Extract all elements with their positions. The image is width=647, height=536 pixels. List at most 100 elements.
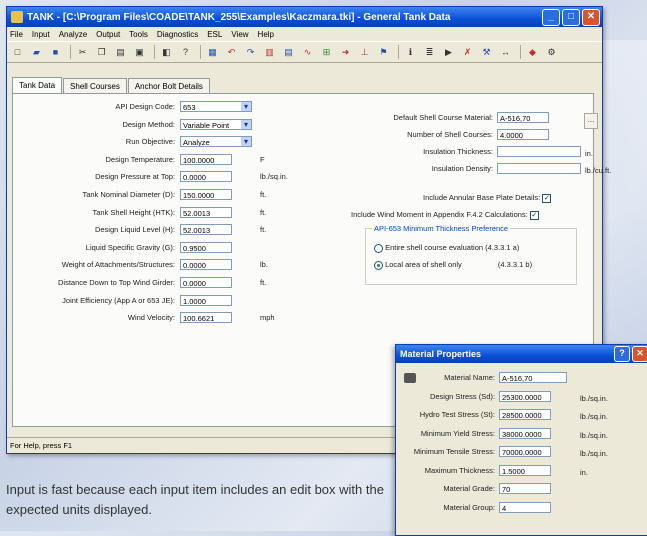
dialog-title-bar: Material Properties ? ✕ bbox=[396, 345, 647, 363]
dropdown-field[interactable]: Variable Point bbox=[180, 118, 252, 130]
menu-esl[interactable]: ESL bbox=[207, 30, 222, 39]
settings-icon[interactable]: ⚙ bbox=[545, 46, 558, 59]
input-field[interactable]: 70 bbox=[499, 483, 551, 494]
material-browse-button[interactable]: … bbox=[584, 113, 598, 129]
input-field[interactable]: 0.0000 bbox=[180, 277, 232, 288]
menu-input[interactable]: Input bbox=[32, 30, 50, 39]
input-field[interactable] bbox=[497, 163, 581, 174]
grid-icon[interactable]: ▦ bbox=[206, 46, 219, 59]
paste-icon[interactable]: ▤ bbox=[114, 46, 127, 59]
chart-icon[interactable]: ▥ bbox=[263, 46, 276, 59]
field-unit: lb./sq.in. bbox=[580, 430, 608, 440]
input-field[interactable]: 100.6621 bbox=[180, 312, 232, 324]
material-properties-dialog: Material Properties ? ✕ Material Name: A-… bbox=[395, 344, 647, 536]
toolbar-separator bbox=[154, 45, 155, 59]
input-field[interactable]: 0.0000 bbox=[180, 171, 232, 183]
annular-plate-checkbox[interactable]: ✓ bbox=[542, 193, 552, 203]
field-label: Minimum Yield Stress: bbox=[420, 428, 495, 438]
calc-icon[interactable]: ⊞ bbox=[320, 46, 333, 59]
nav-icon[interactable]: ↔ bbox=[499, 46, 512, 59]
input-field[interactable]: 0.0000 bbox=[180, 259, 232, 271]
caption-text: Input is fast because each input item in… bbox=[6, 482, 384, 517]
field-unit: ft. bbox=[260, 207, 267, 217]
table-icon[interactable]: ▤ bbox=[282, 46, 295, 59]
field-label: Material Group: bbox=[443, 502, 495, 512]
field-label: Hydro Test Stress (St): bbox=[419, 410, 495, 419]
option-entire-shell[interactable]: Entire shell course evaluation (4.3.3.1 … bbox=[374, 243, 519, 253]
redo-icon[interactable]: ↷ bbox=[244, 46, 257, 59]
menu-file[interactable]: File bbox=[10, 30, 23, 39]
field-unit: ft. bbox=[260, 190, 267, 199]
menu-diagnostics[interactable]: Diagnostics bbox=[157, 30, 198, 39]
input-field[interactable]: 52.0013 bbox=[180, 224, 232, 236]
new-file-icon[interactable]: □ bbox=[11, 46, 24, 59]
input-field[interactable]: 28500.0000 bbox=[499, 409, 551, 420]
tank-icon[interactable]: ⊥ bbox=[358, 46, 371, 59]
menu-help[interactable]: Help bbox=[258, 30, 274, 39]
run-icon[interactable]: ▶ bbox=[442, 46, 455, 59]
field-unit: lb. bbox=[260, 260, 268, 270]
undo-icon[interactable]: ↶ bbox=[225, 46, 238, 59]
dialog-help-button[interactable]: ? bbox=[614, 346, 630, 362]
wave-icon[interactable]: ∿ bbox=[301, 46, 314, 59]
close-button[interactable]: ✕ bbox=[582, 8, 600, 26]
radio-local-area[interactable] bbox=[374, 260, 383, 270]
field-unit: lb./sq.in. bbox=[580, 449, 608, 458]
window-title: TANK - [C:\Program Files\COADE\TANK_255\… bbox=[27, 11, 451, 23]
cut-icon[interactable]: ✂ bbox=[76, 46, 89, 59]
copy-icon[interactable]: ❐ bbox=[95, 46, 108, 59]
maximize-button[interactable]: □ bbox=[562, 8, 580, 26]
preview-icon[interactable]: ◧ bbox=[160, 46, 173, 59]
input-field[interactable] bbox=[497, 146, 581, 157]
wind-moment-checkbox[interactable]: ✓ bbox=[529, 210, 539, 220]
field-label: Default Shell Course Material: bbox=[393, 113, 493, 122]
menu-view[interactable]: View bbox=[231, 30, 248, 39]
input-field[interactable]: 52.0013 bbox=[180, 206, 232, 218]
input-field[interactable]: 1.5000 bbox=[499, 464, 551, 476]
field-label: Design Temperature: bbox=[105, 154, 175, 164]
info-icon[interactable]: ℹ bbox=[404, 46, 417, 59]
field-unit: F bbox=[260, 154, 265, 164]
print-icon[interactable]: ▣ bbox=[133, 46, 146, 59]
list-icon[interactable]: ≣ bbox=[423, 46, 436, 59]
wind-moment-row: Include Wind Moment in Appendix F.4.2 Ca… bbox=[351, 210, 539, 220]
arrow-icon[interactable]: ➜ bbox=[339, 46, 352, 59]
field-unit: in. bbox=[580, 467, 588, 477]
option-local-area-ref: (4.3.3.1 b) bbox=[497, 260, 533, 269]
input-field[interactable]: 70000.0000 bbox=[499, 446, 551, 457]
diamond-icon[interactable]: ◆ bbox=[526, 46, 539, 59]
dialog-close-button[interactable]: ✕ bbox=[632, 346, 647, 362]
field-label: Tank Nominal Diameter (D): bbox=[82, 190, 175, 199]
menu-output[interactable]: Output bbox=[96, 30, 120, 39]
menu-tools[interactable]: Tools bbox=[129, 30, 148, 39]
min-thickness-group: API-653 Minimum Thickness Preference Ent… bbox=[365, 224, 577, 285]
input-field[interactable]: 4 bbox=[499, 501, 551, 513]
input-field[interactable]: 4.0000 bbox=[497, 129, 549, 140]
input-field[interactable]: A-516,70 bbox=[499, 372, 567, 383]
field-label: API Design Code: bbox=[115, 102, 175, 111]
field-unit: lb./sq.in. bbox=[260, 172, 288, 182]
tools-icon[interactable]: ✗ bbox=[461, 46, 474, 59]
help-icon[interactable]: ? bbox=[179, 46, 192, 59]
save-icon[interactable]: ■ bbox=[49, 46, 62, 59]
input-field[interactable]: 150.0000 bbox=[180, 189, 232, 200]
field-unit: lb./sq.in. bbox=[580, 412, 608, 421]
input-field[interactable]: 0.9500 bbox=[180, 241, 232, 253]
input-field[interactable]: 1.0000 bbox=[180, 294, 232, 306]
wrench-icon[interactable]: ⚒ bbox=[480, 46, 493, 59]
minimize-button[interactable]: _ bbox=[542, 8, 560, 26]
option-local-area[interactable]: Local area of shell only (4.3.3.1 b) bbox=[374, 260, 532, 270]
input-field[interactable]: 100.0000 bbox=[180, 153, 232, 165]
tab-tank-data[interactable]: Tank Data bbox=[12, 77, 63, 94]
input-field[interactable]: 25300.0000 bbox=[499, 390, 551, 402]
material-icon[interactable]: ⚑ bbox=[377, 46, 390, 59]
dropdown-field[interactable]: Analyze bbox=[180, 136, 252, 148]
radio-entire-shell[interactable] bbox=[374, 243, 383, 253]
input-field[interactable]: A-516,70 bbox=[497, 112, 549, 123]
input-field[interactable]: 38000.0000 bbox=[499, 427, 551, 439]
menu-bar: File Input Analyze Output Tools Diagnost… bbox=[7, 27, 602, 41]
open-folder-icon[interactable]: ▰ bbox=[30, 46, 43, 59]
menu-analyze[interactable]: Analyze bbox=[59, 30, 87, 39]
annular-plate-row: Include Annular Base Plate Details: ✓ bbox=[423, 193, 552, 203]
dropdown-field[interactable]: 653 bbox=[180, 101, 252, 112]
